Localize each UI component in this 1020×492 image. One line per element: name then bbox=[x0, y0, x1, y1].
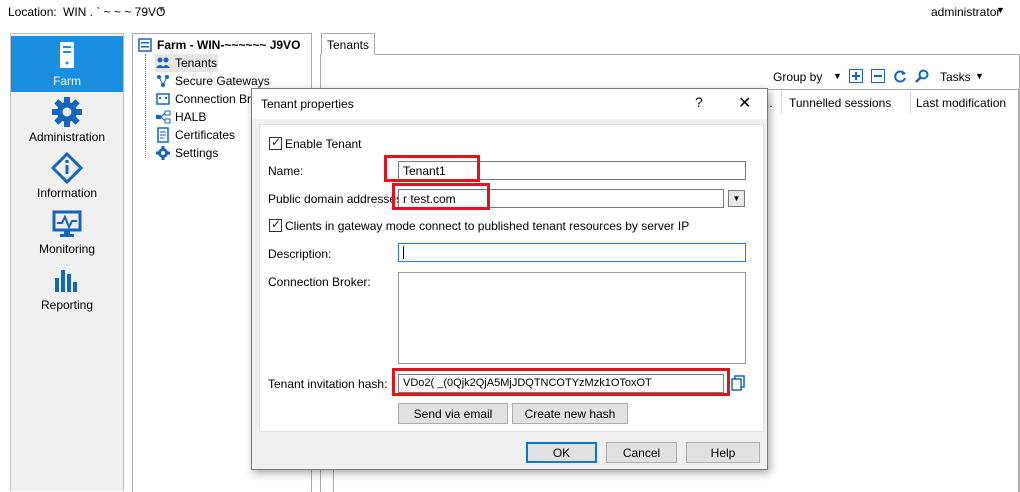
close-icon[interactable]: ✕ bbox=[738, 93, 751, 113]
nav-information[interactable]: Information bbox=[11, 148, 123, 204]
name-field[interactable]: Tenant1 bbox=[398, 161, 746, 180]
checkmark-icon: ✓ bbox=[271, 217, 282, 231]
nav-label: Monitoring bbox=[38, 242, 96, 256]
cancel-button[interactable]: Cancel bbox=[606, 442, 677, 463]
column-header-tunnelled-sessions[interactable]: Tunnelled sessions bbox=[789, 96, 891, 110]
location-value[interactable]: WIN . ` ~ ~ ~ 79VO bbox=[63, 5, 165, 19]
main-navigation: Farm Administration Information Monitori… bbox=[10, 33, 124, 491]
certificate-icon bbox=[157, 127, 169, 143]
user-dropdown-icon[interactable]: ▼ bbox=[996, 5, 1005, 15]
monitor-icon bbox=[52, 210, 82, 237]
domain-dropdown-button[interactable]: ▼ bbox=[728, 190, 745, 207]
connection-broker-list[interactable] bbox=[398, 272, 746, 364]
checkmark-icon: ✓ bbox=[271, 135, 282, 149]
description-field[interactable] bbox=[398, 243, 746, 262]
group-by-dropdown-icon[interactable]: ▼ bbox=[833, 71, 842, 81]
tree-item-farm[interactable]: Farm - WIN-~~~~~~ J9VO bbox=[133, 36, 311, 54]
tree-label: Farm - WIN-~~~~~~ J9VO bbox=[157, 38, 301, 52]
nav-administration[interactable]: Administration bbox=[11, 92, 123, 148]
enable-tenant-label: Enable Tenant bbox=[285, 137, 362, 151]
send-via-email-button[interactable]: Send via email bbox=[398, 403, 508, 424]
remove-icon[interactable] bbox=[871, 69, 885, 83]
name-label: Name: bbox=[268, 164, 304, 178]
gateway-mode-checkbox[interactable]: ✓ bbox=[269, 217, 282, 232]
connection-broker-label: Connection Broker: bbox=[268, 275, 371, 289]
add-icon[interactable] bbox=[849, 69, 863, 83]
farm-icon bbox=[138, 38, 152, 52]
invitation-hash-label: Tenant invitation hash: bbox=[268, 377, 388, 391]
column-divider[interactable] bbox=[910, 91, 911, 113]
tab-tenants[interactable]: Tenants bbox=[321, 33, 375, 55]
column-header-last-modification[interactable]: Last modification bbox=[916, 96, 1019, 110]
chevron-down-icon: ▼ bbox=[732, 194, 741, 203]
nav-farm[interactable]: Farm bbox=[11, 36, 123, 92]
enable-tenant-checkbox[interactable]: ✓ bbox=[269, 135, 282, 150]
nav-label: Reporting bbox=[40, 298, 94, 312]
column-divider[interactable] bbox=[781, 91, 782, 113]
nav-label: Information bbox=[36, 186, 98, 200]
help-icon[interactable]: ? bbox=[695, 94, 703, 110]
load-balancer-icon bbox=[156, 110, 171, 124]
nav-label: Administration bbox=[28, 130, 106, 144]
public-domain-field[interactable]: r test.com bbox=[398, 189, 724, 208]
gateway-icon bbox=[157, 75, 169, 87]
group-by-button[interactable]: Group by bbox=[773, 70, 822, 84]
location-label: Location: bbox=[8, 5, 57, 19]
search-icon[interactable] bbox=[915, 69, 929, 83]
tree-label: Certificates bbox=[175, 128, 236, 142]
dialog-title: Tenant properties bbox=[261, 97, 354, 111]
tabstrip-divider bbox=[320, 54, 1020, 55]
create-new-hash-button[interactable]: Create new hash bbox=[512, 403, 628, 424]
help-button[interactable]: Help bbox=[686, 442, 760, 463]
gear-icon bbox=[52, 97, 82, 127]
info-icon bbox=[51, 152, 83, 184]
refresh-icon[interactable] bbox=[893, 69, 907, 83]
tasks-button[interactable]: Tasks bbox=[940, 70, 971, 84]
tasks-dropdown-icon[interactable]: ▼ bbox=[975, 71, 984, 81]
user-menu[interactable]: administrator bbox=[931, 5, 1000, 19]
bar-chart-icon bbox=[55, 270, 77, 292]
users-icon bbox=[156, 57, 170, 68]
dialog-body: ✓ Enable Tenant Name: Tenant1 Public dom… bbox=[259, 124, 764, 432]
location-dropdown-icon[interactable]: ▼ bbox=[157, 4, 166, 14]
server-icon bbox=[60, 42, 74, 68]
tree-label: Tenants bbox=[175, 56, 218, 70]
ok-button[interactable]: OK bbox=[526, 442, 597, 463]
invitation-hash-field[interactable]: VDo2( _(0Qjk2QjA5MjJDQTNCOTYzMzk1OToxOT bbox=[398, 374, 724, 393]
tree-label: Settings bbox=[175, 146, 219, 160]
description-label: Description: bbox=[268, 247, 332, 261]
tree-item-tenants[interactable]: Tenants bbox=[155, 54, 218, 72]
nav-monitoring[interactable]: Monitoring bbox=[11, 204, 123, 260]
broker-icon bbox=[156, 93, 170, 105]
gear-icon bbox=[156, 146, 170, 160]
nav-reporting[interactable]: Reporting bbox=[11, 260, 123, 316]
tree-label: Secure Gateways bbox=[175, 74, 270, 88]
tenant-properties-dialog: Tenant properties ? ✕ ✓ Enable Tenant Na… bbox=[251, 88, 768, 470]
nav-label: Farm bbox=[53, 74, 81, 88]
public-domain-label: Public domain addresses: bbox=[268, 192, 406, 206]
text-cursor bbox=[403, 246, 404, 259]
tree-label: HALB bbox=[175, 110, 207, 124]
copy-icon[interactable] bbox=[730, 375, 746, 391]
gateway-mode-label: Clients in gateway mode connect to publi… bbox=[285, 219, 690, 233]
